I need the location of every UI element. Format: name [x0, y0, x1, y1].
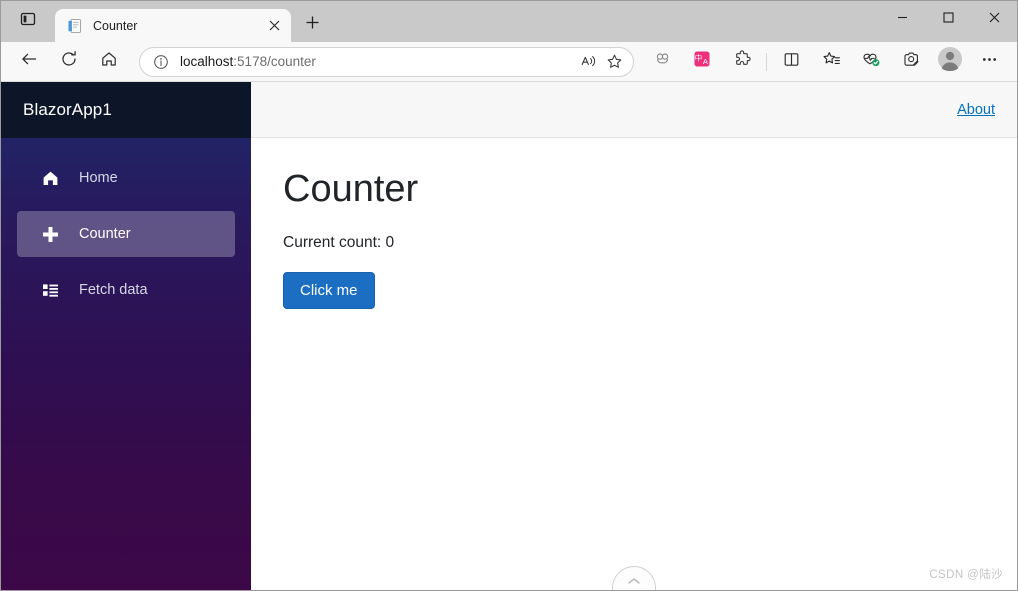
tab-overview-icon [20, 11, 36, 32]
settings-more-icon [980, 50, 999, 74]
address-bar-url: localhost:5178/counter [180, 54, 575, 69]
window-maximize-button[interactable] [925, 1, 971, 33]
main-content: Counter Current count: 0 Click me CSDN @… [251, 138, 1017, 590]
add-favorite-button[interactable] [601, 49, 627, 75]
performance-health-button[interactable] [855, 46, 887, 78]
window-close-button[interactable] [971, 1, 1017, 33]
refresh-icon [60, 50, 78, 73]
sidebar-item-label: Fetch data [79, 282, 148, 298]
page-title: Counter [283, 168, 419, 210]
read-aloud-button[interactable] [575, 49, 601, 75]
translate-icon: 中 A [692, 49, 712, 74]
window-controls [879, 1, 1017, 33]
back-arrow-icon [20, 50, 38, 73]
browser-window: Counter localhost:5178/counter 中 A Blazo… [0, 0, 1018, 591]
screenshot-icon [902, 50, 921, 74]
new-tab-button[interactable] [297, 10, 327, 40]
app-topbar: About [251, 82, 1017, 138]
screenshot-button[interactable] [895, 46, 927, 78]
watermark: CSDN @陆沙 [929, 569, 1003, 581]
page-viewport: BlazorApp1 Home Counter Fetch data About… [1, 82, 1017, 590]
sidebar-item-label: Home [79, 170, 118, 186]
list-icon [39, 279, 61, 301]
refresh-button[interactable] [53, 46, 85, 78]
split-screen-icon [782, 50, 801, 74]
collections-icon [822, 50, 841, 74]
current-count-text: Current count: 0 [283, 233, 395, 251]
home-icon [39, 167, 61, 189]
app-brand-title: BlazorApp1 [23, 100, 112, 119]
back-button[interactable] [13, 46, 45, 78]
about-link[interactable]: About [957, 102, 995, 118]
browser-tab[interactable]: Counter [55, 9, 291, 42]
url-host: localhost [180, 54, 234, 69]
click-me-button[interactable]: Click me [283, 271, 375, 309]
tab-strip: Counter [1, 1, 1017, 42]
sidebar-item-counter[interactable]: Counter [17, 211, 235, 257]
browser-toolbar: localhost:5178/counter 中 A [1, 42, 1017, 82]
address-bar[interactable]: localhost:5178/counter [139, 46, 634, 77]
tab-close-button[interactable] [263, 15, 285, 37]
sidebar-item-label: Counter [79, 226, 131, 242]
collections-button[interactable] [815, 46, 847, 78]
tab-overview-button[interactable] [9, 2, 47, 40]
tab-title: Counter [93, 18, 138, 33]
content-column: About Counter Current count: 0 Click me … [251, 82, 1017, 590]
toolbar-divider [766, 52, 767, 71]
sidebar-nav: Home Counter Fetch data [1, 138, 251, 318]
profile-avatar-icon [937, 46, 963, 77]
sidebar-item-home[interactable]: Home [17, 155, 235, 201]
info-circle-icon[interactable] [150, 51, 172, 73]
translate-button[interactable]: 中 A [686, 46, 718, 78]
app-sidebar: BlazorApp1 Home Counter Fetch data [1, 82, 251, 590]
plus-icon [305, 15, 320, 35]
performance-health-icon [861, 49, 881, 74]
window-minimize-button[interactable] [879, 1, 925, 33]
url-path: :5178/counter [233, 54, 316, 69]
plus-icon [39, 223, 61, 245]
svg-text:中: 中 [695, 53, 703, 63]
chevron-up-icon [628, 578, 640, 584]
settings-more-button[interactable] [973, 46, 1005, 78]
document-favicon [67, 18, 83, 34]
home-button[interactable] [93, 46, 125, 78]
browser-essentials-icon [653, 50, 672, 74]
split-screen-button[interactable] [775, 46, 807, 78]
profile-button[interactable] [935, 47, 965, 77]
sidebar-item-fetch-data[interactable]: Fetch data [17, 267, 235, 313]
extensions-button[interactable] [726, 46, 758, 78]
home-icon [100, 50, 118, 73]
app-brand[interactable]: BlazorApp1 [1, 82, 251, 138]
reconnect-indicator[interactable] [612, 566, 656, 590]
browser-essentials-button[interactable] [646, 46, 678, 78]
extensions-puzzle-icon [733, 49, 752, 74]
